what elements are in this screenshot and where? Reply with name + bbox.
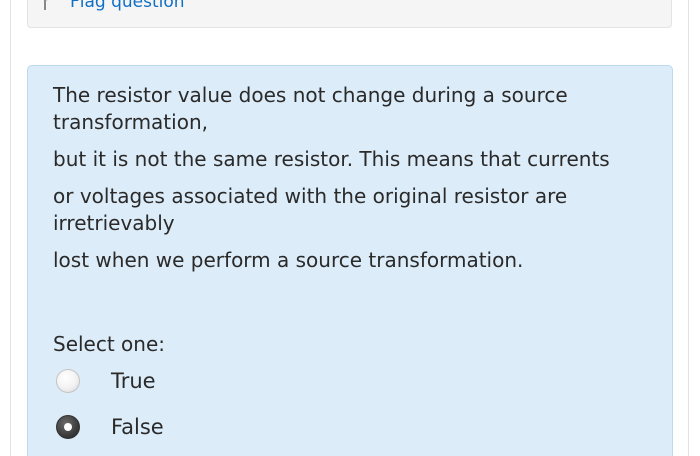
radio-false[interactable]: [56, 415, 80, 439]
quiz-page: Flag question The resistor value does no…: [0, 0, 700, 456]
radio-true[interactable]: [56, 369, 80, 393]
question-paragraph: or voltages associated with the original…: [53, 184, 568, 235]
question-paragraph: The resistor value does not change durin…: [53, 83, 568, 134]
flag-question-label: Flag question: [70, 0, 185, 12]
question-paragraph: lost when we perform a source transforma…: [53, 248, 524, 272]
question-paragraph: but it is not the same resistor. This me…: [53, 147, 610, 171]
question-text: The resistor value does not change durin…: [53, 82, 653, 284]
select-one-prompt: Select one:: [53, 332, 166, 356]
flag-icon: [44, 0, 48, 10]
flag-question-link[interactable]: Flag question: [42, 0, 185, 12]
option-false[interactable]: False: [56, 413, 164, 441]
option-true-label[interactable]: True: [111, 367, 156, 395]
option-false-label[interactable]: False: [111, 413, 164, 441]
option-true[interactable]: True: [56, 367, 156, 395]
